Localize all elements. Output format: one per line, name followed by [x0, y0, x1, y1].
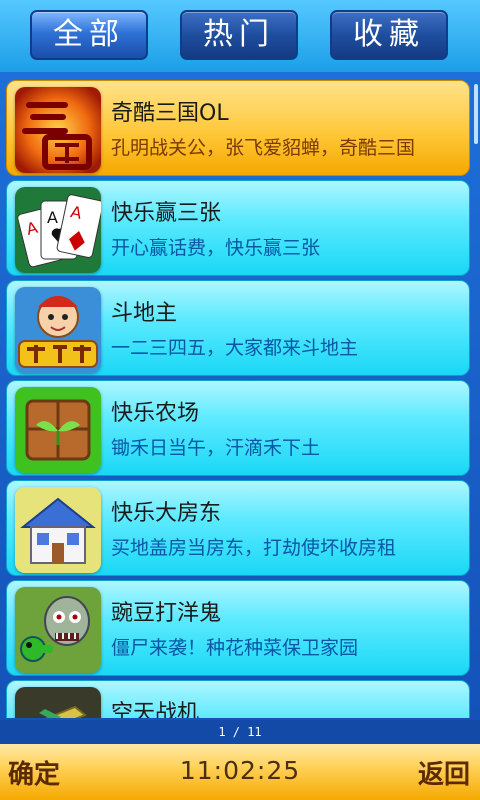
tab-all[interactable]: 全部 [30, 10, 148, 60]
item-title: 奇酷三国OL [111, 101, 229, 126]
item-description: 开心赢话费，快乐赢三张 [111, 237, 321, 259]
doudizhu-icon [15, 287, 101, 373]
clock-time: 11:02:25 [179, 756, 301, 785]
item-description: 买地盖房当房东，打劫使坏收房租 [111, 537, 397, 559]
back-button[interactable]: 返回 [418, 754, 470, 791]
game-list[interactable]: 奇酷三国OL 孔明战关公，张飞爱貂蝉，奇酷三国 A A A 快乐赢三张 开心赢话… [0, 78, 480, 718]
item-title: 快乐农场 [111, 401, 200, 426]
farm-seedling-icon [15, 387, 101, 473]
house-icon [15, 487, 101, 573]
list-item-farm[interactable]: 快乐农场 锄禾日当午，汗滴禾下土 [6, 380, 470, 476]
zombie-plant-icon [15, 587, 101, 673]
item-title: 快乐大房东 [111, 501, 222, 526]
item-title: 豌豆打洋鬼 [111, 601, 222, 626]
game-list-frame: 奇酷三国OL 孔明战关公，张飞爱貂蝉，奇酷三国 A A A 快乐赢三张 开心赢话… [0, 72, 480, 720]
item-description: 僵尸来袭！种花种菜保卫家园 [111, 637, 359, 659]
list-item-sky-fighter[interactable]: 空天战机 [6, 680, 470, 718]
item-description: 一二三四五，大家都来斗地主 [111, 337, 359, 359]
item-description: 锄禾日当午，汗滴禾下土 [111, 437, 321, 459]
svg-text:A: A [47, 208, 58, 227]
tab-hot[interactable]: 热门 [180, 10, 298, 60]
bottom-softkey-bar: 确定 11:02:25 返回 [0, 744, 480, 800]
poker-cards-icon: A A A [15, 187, 101, 273]
list-scrollbar[interactable] [474, 84, 478, 144]
fighter-jet-icon [15, 687, 101, 718]
list-item-win-three[interactable]: A A A 快乐赢三张 开心赢话费，快乐赢三张 [6, 180, 470, 276]
list-item-pea-ghost[interactable]: 豌豆打洋鬼 僵尸来袭！种花种菜保卫家园 [6, 580, 470, 676]
item-title: 空天战机 [111, 701, 200, 718]
list-item-landlord[interactable]: 快乐大房东 买地盖房当房东，打劫使坏收房租 [6, 480, 470, 576]
three-kingdoms-icon [15, 87, 101, 173]
page-indicator: 1 / 11 [0, 720, 480, 744]
list-item-sanguo[interactable]: 奇酷三国OL 孔明战关公，张飞爱貂蝉，奇酷三国 [6, 80, 470, 176]
item-title: 斗地主 [111, 301, 178, 326]
item-title: 快乐赢三张 [111, 201, 222, 226]
item-description: 孔明战关公，张飞爱貂蝉，奇酷三国 [111, 137, 416, 159]
top-tab-bar: 全部 热门 收藏 [0, 0, 480, 72]
list-item-doudizhu[interactable]: 斗地主 一二三四五，大家都来斗地主 [6, 280, 470, 376]
tab-favorites[interactable]: 收藏 [330, 10, 448, 60]
